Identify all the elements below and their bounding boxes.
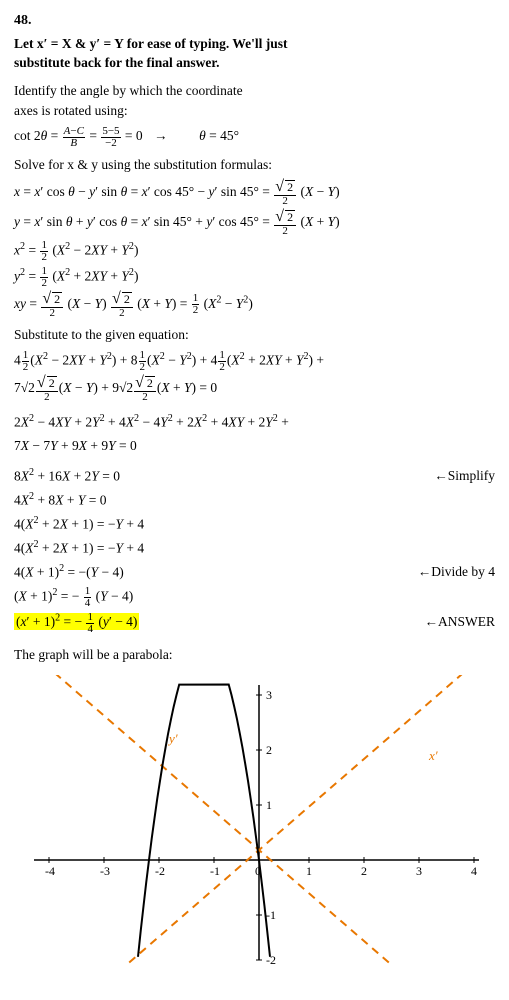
problem-number: 48. xyxy=(14,10,495,31)
svg-text:2: 2 xyxy=(361,864,367,878)
final-answer-line: (x′ + 1)2 = − 14 (y′ − 4) ←ANSWER xyxy=(14,611,495,635)
substituted-eq2: 7√2√22(X − Y) + 9√2√22(X + Y) = 0 xyxy=(14,375,495,403)
y-formula: y = x′ sin θ + y′ cos θ = x′ sin 45° + y… xyxy=(14,209,495,237)
identify-section: Identify the angle by which the coordina… xyxy=(14,81,495,122)
svg-text:1: 1 xyxy=(266,798,272,812)
x-prime-label: x′ xyxy=(428,748,438,763)
svg-text:4: 4 xyxy=(471,864,477,878)
svg-text:1: 1 xyxy=(306,864,312,878)
simplify-note: ←Simplify xyxy=(434,465,495,487)
cot-equation: cot 2θ = A−C B = 5−5 −2 = 0 → θ = 45° xyxy=(14,125,495,148)
parabola-label: The graph will be a parabola: xyxy=(14,645,495,665)
expanded-eq1: 2X2 − 4XY + 2Y2 + 4X2 − 4Y2 + 2X2 + 4XY … xyxy=(14,411,495,433)
intro-text: Let x′ = X & y′ = Y for ease of typing. … xyxy=(14,35,495,73)
simplified-eq1: 8X2 + 16X + 2Y = 0 ←Simplify xyxy=(14,465,495,487)
svg-text:-4: -4 xyxy=(45,864,55,878)
substitute-label: Substitute to the given equation: xyxy=(14,325,495,345)
divide-note: ←Divide by 4 xyxy=(418,561,495,583)
x-squared: x2 = 12 (X2 − 2XY + Y2) xyxy=(14,239,495,263)
x-formula: x = x′ cos θ − y′ sin θ = x′ cos 45° − y… xyxy=(14,179,495,207)
y-squared: y2 = 12 (X2 + 2XY + Y2) xyxy=(14,265,495,289)
svg-text:2: 2 xyxy=(266,743,272,757)
svg-text:3: 3 xyxy=(266,688,272,702)
simplified-eq2: 4X2 + 8X + Y = 0 xyxy=(14,489,495,511)
parabola-curve xyxy=(138,685,270,957)
step-c: 4(X + 1)2 = −(Y − 4) ←Divide by 4 xyxy=(14,561,495,583)
svg-text:-2: -2 xyxy=(266,953,276,965)
svg-text:-3: -3 xyxy=(100,864,110,878)
step-a: 4(X2 + 2X + 1) = −Y + 4 xyxy=(14,513,495,535)
substituted-eq1: 412(X2 − 2XY + Y2) + 812(X2 − Y2) + 412(… xyxy=(14,349,495,373)
answer-note: ←ANSWER xyxy=(425,611,496,633)
solve-label: Solve for x & y using the substitution f… xyxy=(14,155,495,175)
svg-text:-1: -1 xyxy=(210,864,220,878)
xy-formula: xy = √22 (X − Y) √22 (X + Y) = 12 (X2 − … xyxy=(14,291,495,319)
svg-text:-2: -2 xyxy=(155,864,165,878)
graph-container: -4 -3 -2 -1 0 1 2 3 4 3 2 1 -1 xyxy=(14,675,494,955)
svg-text:3: 3 xyxy=(416,864,422,878)
expanded-eq2: 7X − 7Y + 9X + 9Y = 0 xyxy=(14,435,495,457)
svg-text:-1: -1 xyxy=(266,908,276,922)
step-b: 4(X2 + 2X + 1) = −Y + 4 xyxy=(14,537,495,559)
step-d: (X + 1)2 = − 14 (Y − 4) xyxy=(14,585,495,609)
